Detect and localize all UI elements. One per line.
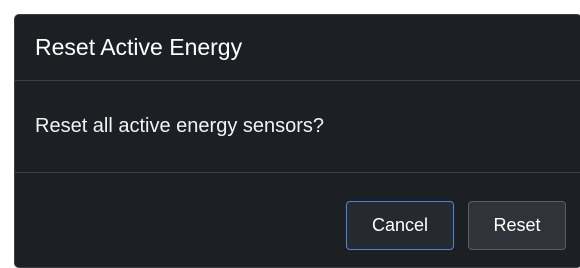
dialog-title: Reset Active Energy: [35, 34, 243, 60]
dialog-footer: Cancel Reset: [15, 173, 580, 267]
cancel-button[interactable]: Cancel: [346, 201, 454, 250]
dialog-header: Reset Active Energy: [15, 15, 580, 81]
dialog-body: Reset all active energy sensors?: [15, 81, 580, 173]
reset-active-energy-dialog: Reset Active Energy Reset all active ene…: [14, 14, 580, 268]
reset-button[interactable]: Reset: [468, 201, 566, 250]
dialog-message: Reset all active energy sensors?: [35, 115, 325, 137]
